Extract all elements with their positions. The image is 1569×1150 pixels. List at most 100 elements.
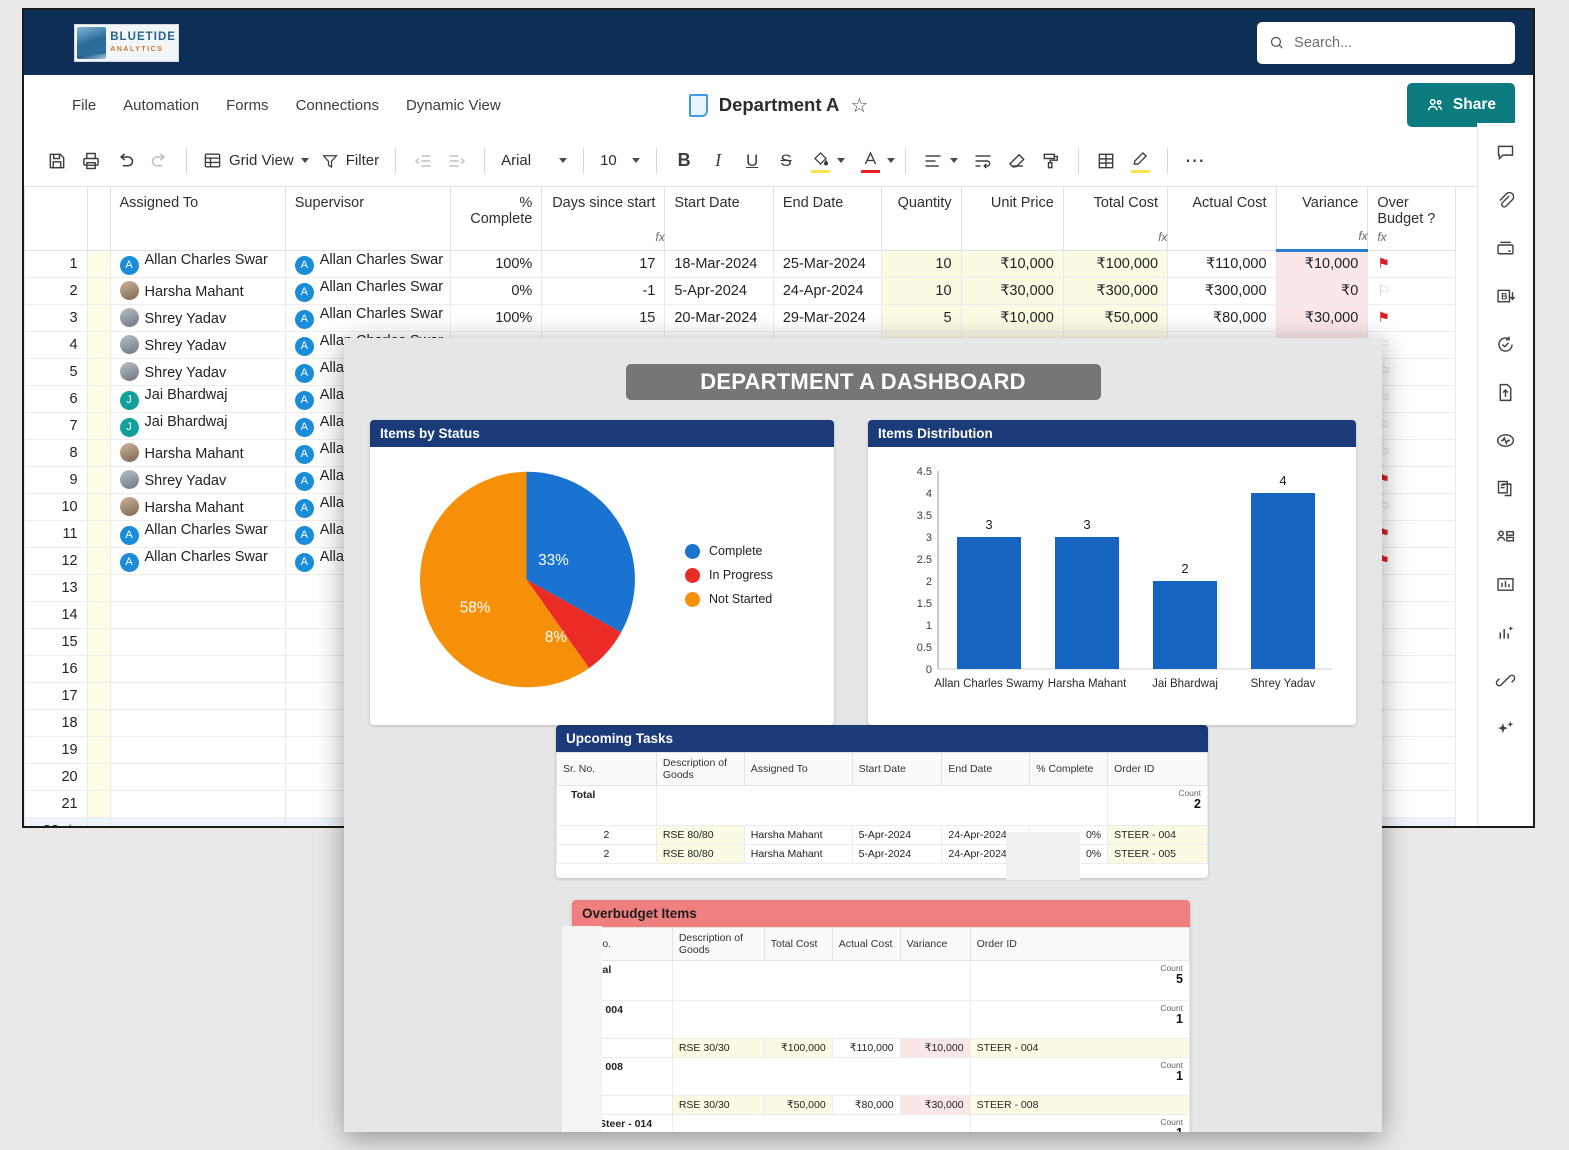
cell-assigned-to[interactable] <box>110 763 285 790</box>
row-marker-cell[interactable] <box>87 331 110 358</box>
row-marker-cell[interactable] <box>87 790 110 817</box>
row-number-cell[interactable]: 1 <box>25 250 88 277</box>
strikethrough-icon[interactable]: S <box>769 144 803 178</box>
table-row[interactable]: 3Shrey YadavAAllan Charles Swar100%1520-… <box>25 304 1456 331</box>
bold-icon[interactable]: B <box>667 144 701 178</box>
cell-days-since-start[interactable]: -1 <box>542 277 665 304</box>
cell-assigned-to[interactable] <box>110 655 285 682</box>
row-marker-cell[interactable] <box>87 763 110 790</box>
cell-end-date[interactable]: 25-Mar-2024 <box>773 250 881 277</box>
row-marker-cell[interactable] <box>87 304 110 331</box>
cell-days-since-start[interactable]: 17 <box>542 250 665 277</box>
col-end-date[interactable]: End Date <box>773 187 881 250</box>
row-marker-cell[interactable] <box>87 601 110 628</box>
row-marker-cell[interactable] <box>87 709 110 736</box>
cell-variance[interactable]: ₹0 <box>1276 277 1368 304</box>
cell-total-cost[interactable]: ₹100,000 <box>1063 250 1167 277</box>
row-number-cell[interactable]: 21 <box>25 790 88 817</box>
favorite-star-icon[interactable]: ☆ <box>850 93 868 118</box>
row-number-cell[interactable]: 7 <box>25 412 88 439</box>
row-marker-cell[interactable] <box>87 817 110 828</box>
cell-over-budget[interactable]: ⚑ <box>1368 304 1456 331</box>
row-number-cell[interactable]: 8 <box>25 439 88 466</box>
table-borders-icon[interactable] <box>1089 144 1123 178</box>
row-number-cell[interactable]: 20 <box>25 763 88 790</box>
comment-icon[interactable] <box>1491 137 1521 167</box>
cell-assigned-to[interactable]: AAllan Charles Swar <box>110 520 285 547</box>
row-number-cell[interactable]: 11 <box>25 520 88 547</box>
wrap-text-icon[interactable] <box>966 144 1000 178</box>
underline-icon[interactable]: U <box>735 144 769 178</box>
cell-assigned-to[interactable] <box>110 817 285 828</box>
undo-icon[interactable] <box>108 144 142 178</box>
cell-assigned-to[interactable] <box>110 574 285 601</box>
search-box[interactable] <box>1257 22 1515 64</box>
refresh-check-icon[interactable] <box>1491 329 1521 359</box>
col-total-cost[interactable]: Total Costfx <box>1063 187 1167 250</box>
cell-over-budget[interactable]: ⚑ <box>1368 250 1456 277</box>
row-marker-cell[interactable] <box>87 385 110 412</box>
italic-icon[interactable]: I <box>701 144 735 178</box>
row-number-cell[interactable]: 19 <box>25 736 88 763</box>
cell-assigned-to[interactable]: JJai Bhardwaj <box>110 385 285 412</box>
bar-chart-sparkle-icon[interactable] <box>1491 617 1521 647</box>
align-left-icon[interactable] <box>916 144 950 178</box>
save-icon[interactable] <box>40 144 74 178</box>
cell-assigned-to[interactable]: AAllan Charles Swar <box>110 250 285 277</box>
cell-unit-price[interactable]: ₹10,000 <box>961 304 1063 331</box>
cell-supervisor[interactable]: AAllan Charles Swar <box>285 304 450 331</box>
row-marker-cell[interactable] <box>87 358 110 385</box>
cell-actual-cost[interactable]: ₹80,000 <box>1168 304 1276 331</box>
cell-pct-complete[interactable]: 100% <box>450 250 542 277</box>
col-actual-cost[interactable]: Actual Cost <box>1168 187 1276 250</box>
attachment-icon[interactable] <box>1491 185 1521 215</box>
col-start-date[interactable]: Start Date <box>665 187 773 250</box>
copy-doc-icon[interactable] <box>1491 473 1521 503</box>
row-number-cell[interactable]: 18 <box>25 709 88 736</box>
link-unlink-icon[interactable] <box>1491 665 1521 695</box>
cell-end-date[interactable]: 29-Mar-2024 <box>773 304 881 331</box>
row-number-cell[interactable]: 16 <box>25 655 88 682</box>
row-number-cell[interactable]: 15 <box>25 628 88 655</box>
row-marker-cell[interactable] <box>87 655 110 682</box>
col-quantity[interactable]: Quantity <box>882 187 961 250</box>
chevron-down-icon[interactable] <box>887 158 895 163</box>
cell-pct-complete[interactable]: 0% <box>450 277 542 304</box>
cell-variance[interactable]: ₹30,000 <box>1276 304 1368 331</box>
row-marker-cell[interactable] <box>87 493 110 520</box>
col-over-budget[interactable]: Over Budget ?fx <box>1368 187 1456 250</box>
cell-days-since-start[interactable]: 15 <box>542 304 665 331</box>
cell-assigned-to[interactable]: Harsha Mahant <box>110 493 285 520</box>
row-marker-cell[interactable] <box>87 412 110 439</box>
bold-down-icon[interactable]: B <box>1491 281 1521 311</box>
cell-unit-price[interactable]: ₹30,000 <box>961 277 1063 304</box>
menu-item-file[interactable]: File <box>72 97 96 114</box>
redo-icon[interactable] <box>142 144 176 178</box>
table-row[interactable]: 2Harsha MahantAAllan Charles Swar0%-15-A… <box>25 277 1456 304</box>
row-number-cell[interactable]: 2 <box>25 277 88 304</box>
share-button[interactable]: Share <box>1407 83 1515 127</box>
cell-end-date[interactable]: 24-Apr-2024 <box>773 277 881 304</box>
row-marker-cell[interactable] <box>87 682 110 709</box>
row-marker-cell[interactable] <box>87 277 110 304</box>
cell-total-cost[interactable]: ₹50,000 <box>1063 304 1167 331</box>
fill-color-icon[interactable] <box>803 144 837 178</box>
upload-file-icon[interactable] <box>1491 377 1521 407</box>
highlighter-icon[interactable] <box>1123 144 1157 178</box>
cell-assigned-to[interactable] <box>110 790 285 817</box>
row-marker-cell[interactable] <box>87 574 110 601</box>
row-marker-cell[interactable] <box>87 250 110 277</box>
row-marker-cell[interactable] <box>87 547 110 574</box>
card-icon[interactable] <box>1491 233 1521 263</box>
row-number-cell[interactable]: 13 <box>25 574 88 601</box>
cell-start-date[interactable]: 20-Mar-2024 <box>665 304 773 331</box>
cell-assigned-to[interactable]: Shrey Yadav <box>110 331 285 358</box>
col-days-since-start[interactable]: Days since startfx <box>542 187 665 250</box>
row-number-cell[interactable]: 17 <box>25 682 88 709</box>
row-marker-cell[interactable] <box>87 466 110 493</box>
cell-assigned-to[interactable] <box>110 682 285 709</box>
cell-supervisor[interactable]: AAllan Charles Swar <box>285 277 450 304</box>
font-family-selector[interactable]: Arial <box>495 152 573 169</box>
col-unit-price[interactable]: Unit Price <box>961 187 1063 250</box>
cell-pct-complete[interactable]: 100% <box>450 304 542 331</box>
